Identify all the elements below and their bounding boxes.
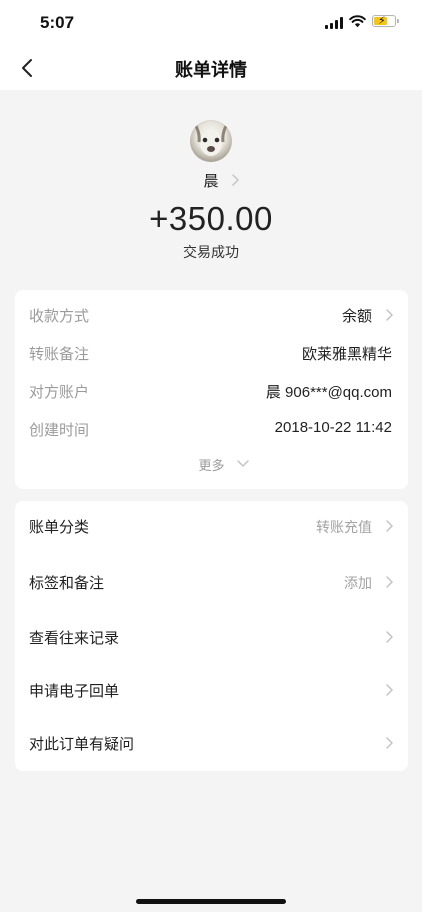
cellular-signal-icon xyxy=(325,17,343,29)
detail-label: 收款方式 xyxy=(29,307,90,325)
more-label: 更多 xyxy=(198,459,225,474)
chevron-right-icon xyxy=(386,309,393,321)
chevron-right-icon xyxy=(232,174,239,186)
detail-row-payment-method[interactable]: 收款方式 余额 xyxy=(15,305,408,325)
menu-value: 添加 xyxy=(344,576,372,592)
bill-actions-card: 账单分类 转账充值 标签和备注 添加 查看往来记录 申请电子回单 对此订单有疑问 xyxy=(15,501,408,771)
detail-label: 创建时间 xyxy=(29,421,90,439)
page-title: 账单详情 xyxy=(175,60,247,81)
transaction-amount: +350.00 xyxy=(149,200,273,237)
menu-label: 查看往来记录 xyxy=(29,629,120,647)
wifi-icon xyxy=(349,15,366,28)
transaction-summary: 晨 +350.00 交易成功 xyxy=(0,90,422,285)
menu-label: 对此订单有疑问 xyxy=(29,735,135,753)
menu-value: 转账充值 xyxy=(316,520,372,536)
status-bar: 5:07 ⚡ xyxy=(0,0,422,46)
menu-item-order-question[interactable]: 对此订单有疑问 xyxy=(15,718,408,770)
transaction-details-card: 收款方式 余额 转账备注 欧莱雅黑精华 对方账户 晨 906***@qq.com… xyxy=(15,290,408,489)
menu-label: 账单分类 xyxy=(29,518,90,536)
detail-row-transfer-note: 转账备注 欧莱雅黑精华 xyxy=(15,343,408,363)
menu-label: 标签和备注 xyxy=(29,574,105,592)
battery-charging-icon: ⚡ xyxy=(372,14,399,27)
navigation-bar: 账单详情 xyxy=(0,46,422,90)
chevron-right-icon xyxy=(386,520,393,532)
menu-item-tags-notes[interactable]: 标签和备注 添加 xyxy=(15,557,408,609)
transaction-status: 交易成功 xyxy=(183,245,239,261)
menu-item-bill-category[interactable]: 账单分类 转账充值 xyxy=(15,501,408,553)
chevron-down-icon xyxy=(237,460,249,467)
detail-row-created-time: 创建时间 2018-10-22 11:42 xyxy=(15,419,408,439)
detail-value: 晨 906***@qq.com xyxy=(265,384,392,401)
chevron-right-icon xyxy=(386,684,393,696)
detail-label: 转账备注 xyxy=(29,345,90,363)
dog-avatar-icon xyxy=(194,125,228,156)
payer-row[interactable]: 晨 xyxy=(0,170,422,191)
chevron-right-icon xyxy=(386,576,393,588)
payer-avatar[interactable] xyxy=(190,120,232,162)
chevron-right-icon xyxy=(386,737,393,749)
detail-row-counterparty-account: 对方账户 晨 906***@qq.com xyxy=(15,381,408,401)
detail-value: 2018-10-22 11:42 xyxy=(274,419,392,436)
detail-value: 余额 xyxy=(341,308,372,325)
home-indicator[interactable] xyxy=(136,899,286,904)
detail-label: 对方账户 xyxy=(29,383,90,401)
menu-item-e-receipt[interactable]: 申请电子回单 xyxy=(15,665,408,717)
chevron-right-icon xyxy=(386,631,393,643)
menu-label: 申请电子回单 xyxy=(29,682,120,700)
status-time: 5:07 xyxy=(40,13,75,32)
menu-item-transaction-history[interactable]: 查看往来记录 xyxy=(15,612,408,664)
more-toggle[interactable]: 更多 xyxy=(15,455,408,474)
detail-value: 欧莱雅黑精华 xyxy=(301,346,392,363)
payer-name: 晨 xyxy=(203,172,219,190)
